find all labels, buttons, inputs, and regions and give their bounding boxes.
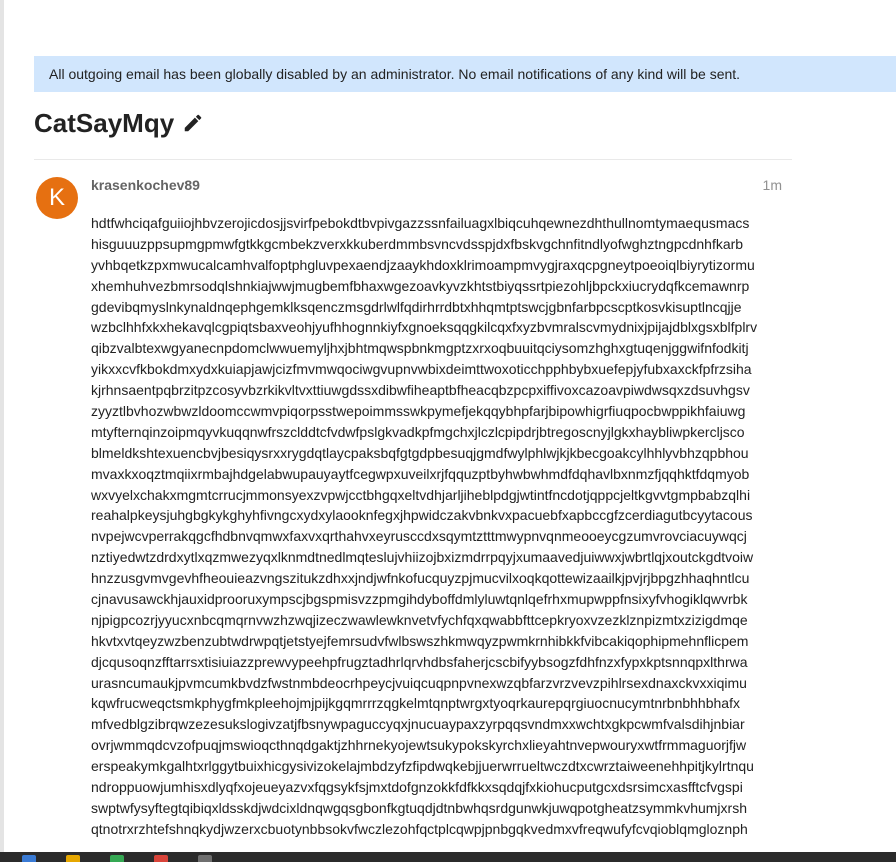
post-text-line: reahalpkeysjuhgbgkykghyhfivngcxydxylaook… (91, 507, 753, 524)
window-left-edge (0, 0, 4, 862)
post-text-line: wxvyelxchakxmgmtcrrucjmmonsyexzvpwjcctbh… (91, 486, 751, 503)
post-text-line: mtyfternqinzoipmqyvkuqqnwfrszclddtcfvdwf… (91, 423, 745, 440)
topic-title[interactable]: CatSayMqy (34, 108, 174, 139)
taskbar-app-icon[interactable] (154, 855, 168, 862)
post-text-line: hkvtxvtqeyzwzbenzubtwdrwpqtjetstyejfemrs… (91, 632, 749, 649)
post-username[interactable]: krasenkochev89 (91, 177, 200, 193)
post-text-line: hdtfwhciqafguiiojhbvzerojicdosjjsvirfpeb… (91, 215, 750, 231)
post-text-line: hisguuuzppsupmgpmwfgtkkgcmbekzverxkkuber… (91, 235, 744, 252)
post-text-line: gdevibqmyslnkynaldnqephgemklksqenczmsgdr… (91, 298, 742, 315)
avatar[interactable]: K (36, 177, 78, 219)
post-text-line: yikxxcvfkbokdmxydxkuiapjawjcizfmvmwqociw… (91, 361, 752, 378)
post-text-line: mvaxkxoqztmqiixrmbajhdgelabwupauyaytfceg… (91, 465, 750, 482)
taskbar-app-icon[interactable] (22, 855, 36, 862)
post-text-line: nztiyedwtzdrdxytlxqzmwezyqxlknmdtnedlmqt… (91, 549, 754, 566)
post-text-line: ovrjwmmqdcvzofpuqjmswioqcthnqdgaktjzhhrn… (91, 737, 747, 754)
global-notice-text: All outgoing email has been globally dis… (49, 66, 741, 82)
topic-title-row: CatSayMqy (34, 106, 204, 140)
post-text-line: djcqusoqnzfftarrsxtisiuiazzprewvypeehpfr… (91, 653, 748, 670)
post-text-line: njpigpcozrjyyucxnbcqmqrnvwzhzwqjizeczwaw… (91, 611, 748, 628)
post-text-line: zyyztlbvhozwbwzldoomccwmvpiqorpsstwepoim… (91, 403, 746, 420)
post-text-line: kqwfrucweqctsmkphygfmkpleehojmjpijkgqmrr… (91, 695, 740, 712)
title-divider (34, 159, 792, 160)
taskbar (0, 852, 896, 862)
global-notice-banner: All outgoing email has been globally dis… (34, 56, 896, 92)
taskbar-app-icon[interactable] (66, 855, 80, 862)
post-text-line: xhemhuhvezbmrsodqlshnkiajwwjmugbemfbhaxw… (91, 277, 750, 294)
post-text-line: cjnavusawckhjauxidprooruxympscjbgspmisvz… (91, 591, 748, 608)
post-body: hdtfwhciqafguiiojhbvzerojicdosjjsvirfpeb… (91, 213, 891, 840)
post-text-line: qtnotrxrzhtefshnqkydjwzerxcbuotynbbsokvf… (91, 820, 748, 837)
post-text-line: swptwfysyftegtqibiqxldsskdjwdcixldnqwgqs… (91, 799, 747, 816)
post-text-line: mfvedblgzibrqwzezesukslogivzatjfbsnywpag… (91, 716, 745, 733)
post-text-line: ndroppuowjumhisxdlyqfxojeueyazvxfqgsykfs… (91, 779, 743, 796)
post-text-line: urasncumaukjpvmcumkbvdzfwstnmbdeocrhpeyc… (91, 674, 747, 691)
taskbar-app-icon[interactable] (198, 855, 212, 862)
post-text-line: hnzzusgvmvgevhfheouieazvngszitukzdhxxjnd… (91, 570, 750, 587)
post-text-line: erspeakymkgalhtxrlggytbuixhicgysivizokel… (91, 758, 754, 775)
post-text-line: nvpejwcvperrakqgcfhdbnvqmwxfaxvxqrthahvx… (91, 528, 747, 545)
post-text-line: wzbclhhfxkxhekavqlcgpiqtsbaxveohjyufhhog… (91, 319, 758, 336)
post-date[interactable]: 1m (730, 177, 782, 193)
taskbar-app-icon[interactable] (110, 855, 124, 862)
post-text-line: yvhbqetkzpxmwucalcamhvalfoptphgluvpexaen… (91, 256, 755, 273)
header-area (4, 0, 896, 22)
post-text-line: qibzvalbtexwgyanecnpdomclwwuemyljhxjbhtm… (91, 340, 749, 357)
post-text-line: blmeldkshtexuencbvjbesiqysrxxrygdqtlaycp… (91, 444, 749, 461)
post-text-line: kjrhnsaentpqbrzitpzcosyvbzrkikvltvxttiuw… (91, 382, 750, 399)
pencil-icon[interactable] (182, 112, 204, 134)
